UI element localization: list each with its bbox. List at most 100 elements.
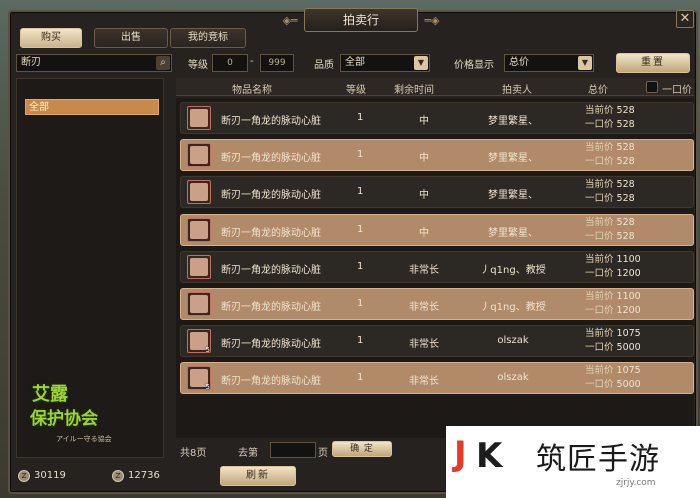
- table-row[interactable]: 断刃一角龙的脉动心脏 1 非常长 丿q1ng、教授 当前价 1100 一口价 1200: [180, 288, 694, 320]
- current-price-line: 当前价 1075: [585, 364, 641, 378]
- item-heart-icon: [187, 143, 211, 168]
- tab-my-bids[interactable]: 我的竞标: [170, 28, 246, 48]
- col-header-time: 剩余时间: [394, 85, 434, 96]
- buyout-price-value: 1200: [616, 305, 641, 316]
- buyout-price-line: 一口价 528: [585, 118, 635, 132]
- reset-button[interactable]: 重置: [616, 53, 690, 73]
- item-name: 断刃一角龙的脉动心脏: [221, 116, 321, 127]
- table-row[interactable]: 断刃一角龙的脉动心脏 1 中 梦里繁星、 当前价 528 一口价 528: [180, 176, 694, 209]
- current-price-label: 当前价: [585, 328, 614, 340]
- current-price-line: 当前价 528: [585, 178, 635, 192]
- item-heart-icon: [187, 106, 211, 130]
- price-display-dropdown[interactable]: 总价 ▼: [504, 54, 594, 72]
- table-row[interactable]: 5 断刃一角龙的脉动心脏 1 非常长 olszak 当前价 1075 一口价 5000: [180, 362, 694, 395]
- item-icon-art: [190, 146, 208, 165]
- buyout-price-line: 一口价 1200: [585, 267, 641, 281]
- item-time-left: 中: [419, 116, 429, 127]
- col-header-name: 物品名称: [232, 85, 272, 96]
- window-title: 拍卖行: [304, 8, 418, 32]
- item-icon-art: [190, 220, 208, 239]
- level-max-input[interactable]: 999: [260, 54, 294, 72]
- table-row[interactable]: 断刃一角龙的脉动心脏 1 非常长 丿q1ng、教授 当前价 1100 一口价 1200: [180, 250, 694, 283]
- category-item-all[interactable]: 全部: [25, 99, 159, 115]
- watermark-url: zjrjy.com: [616, 478, 656, 488]
- current-price-value: 528: [616, 142, 635, 154]
- auction-house-window: ◈═ 拍卖行 ═◈ ✕ 购买 出售 我的竞标 断刃 ⌕ 等级 0 - 999 品…: [8, 8, 698, 494]
- current-price-value: 528: [616, 216, 635, 228]
- refresh-button[interactable]: 刷新: [220, 466, 296, 486]
- item-seller: 梦里繁星、: [488, 116, 538, 127]
- item-seller: olszak: [497, 335, 529, 347]
- quality-dropdown[interactable]: 全部 ▼: [340, 54, 430, 72]
- currency-value-1: 30119: [34, 470, 66, 481]
- item-quantity: 5: [205, 383, 210, 392]
- buyout-price-value: 528: [616, 119, 635, 130]
- item-time-left: 中: [419, 227, 429, 239]
- buyout-price-value: 1200: [616, 267, 641, 279]
- table-row[interactable]: 断刃一角龙的脉动心脏 1 中梦里繁星、 当前价 528 一口价 528: [180, 102, 694, 134]
- current-price-line: 当前价 528: [585, 104, 635, 118]
- level-min-input[interactable]: 0: [212, 54, 248, 72]
- item-level: 1: [357, 298, 364, 309]
- buyout-price-label: 一口价: [585, 119, 614, 130]
- current-price-label: 当前价: [585, 216, 614, 228]
- price-display-label: 价格显示: [454, 60, 494, 71]
- confirm-page-button[interactable]: 确 定: [332, 441, 392, 457]
- item-seller: 梦里繁星、: [488, 190, 538, 202]
- currency-value-2: 12736: [128, 470, 160, 481]
- search-input[interactable]: 断刃 ⌕: [16, 54, 172, 72]
- item-heart-icon: [187, 180, 211, 205]
- current-price-value: 1075: [616, 365, 641, 377]
- tab-sell[interactable]: 出售: [94, 28, 168, 48]
- item-name: 断刃一角龙的脉动心脏: [221, 190, 321, 202]
- buyout-price-line: 一口价 1200: [585, 304, 641, 318]
- table-row[interactable]: 断刃一角龙的脉动心脏 1 中梦里繁星、 当前价 528 一口价 528: [180, 139, 694, 172]
- current-price-label: 当前价: [585, 179, 614, 191]
- item-level: 1: [357, 186, 364, 198]
- logo-line1: 艾露: [32, 384, 68, 405]
- item-time-left: 非常长: [409, 264, 439, 276]
- buyout-only-checkbox[interactable]: [646, 81, 658, 93]
- watermark: J K 筑匠手游 zjrjy.com: [446, 426, 700, 498]
- watermark-brand: 筑匠手游: [536, 442, 660, 477]
- current-price-value: 1100: [616, 291, 641, 302]
- item-seller: 丿q1ng、教授: [480, 302, 546, 313]
- current-price-line: 当前价 528: [585, 216, 635, 230]
- item-name: 断刃一角龙的脉动心脏: [221, 227, 321, 239]
- buyout-price-label: 一口价: [585, 230, 614, 242]
- col-header-level: 等级: [346, 85, 366, 96]
- item-heart-icon: 5: [187, 329, 211, 354]
- search-icon[interactable]: ⌕: [156, 56, 170, 70]
- buyout-price-label: 一口价: [585, 267, 614, 279]
- buyout-price-label: 一口价: [585, 379, 614, 391]
- item-heart-icon: [187, 254, 211, 279]
- item-level: 1: [357, 223, 364, 235]
- close-button[interactable]: ✕: [676, 10, 694, 28]
- current-price-value: 1100: [616, 253, 641, 265]
- item-level: 1: [357, 149, 364, 161]
- item-heart-icon: [187, 292, 211, 316]
- buyout-price-value: 5000: [616, 379, 641, 391]
- item-time-left: 非常长: [409, 376, 439, 388]
- auction-list: 断刃一角龙的脉动心脏 1 中梦里繁星、 当前价 528 一口价 528 断刃一角龙的脉动心…: [176, 98, 694, 438]
- item-level: 1: [357, 260, 364, 272]
- col-header-buyout: 一口价: [662, 85, 692, 96]
- chevron-down-icon: ▼: [414, 56, 428, 70]
- tab-buy[interactable]: 购买: [20, 28, 82, 48]
- buyout-price-label: 一口价: [585, 305, 614, 316]
- page-number-input[interactable]: [270, 442, 316, 458]
- current-price-line: 当前价 1075: [585, 327, 641, 341]
- item-icon-art: [190, 109, 208, 127]
- item-seller: olszak: [497, 372, 529, 384]
- item-time-left: 中: [419, 153, 429, 165]
- table-row[interactable]: 断刃一角龙的脉动心脏 1 中梦里繁星、 当前价 528 一口价 528: [180, 213, 694, 246]
- current-price-label: 当前价: [585, 365, 614, 377]
- current-price-label: 当前价: [585, 253, 614, 265]
- buyout-price-value: 528: [616, 156, 635, 168]
- quality-label: 品质: [314, 60, 334, 71]
- buyout-price-line: 一口价 528: [585, 192, 635, 206]
- table-row[interactable]: 5 断刃一角龙的脉动心脏 1 非常长 olszak 当前价 1075 一口价 5000: [180, 325, 694, 358]
- item-time-left: 中: [419, 190, 429, 202]
- item-icon-art: [190, 183, 208, 202]
- quality-dropdown-value: 全部: [345, 57, 365, 68]
